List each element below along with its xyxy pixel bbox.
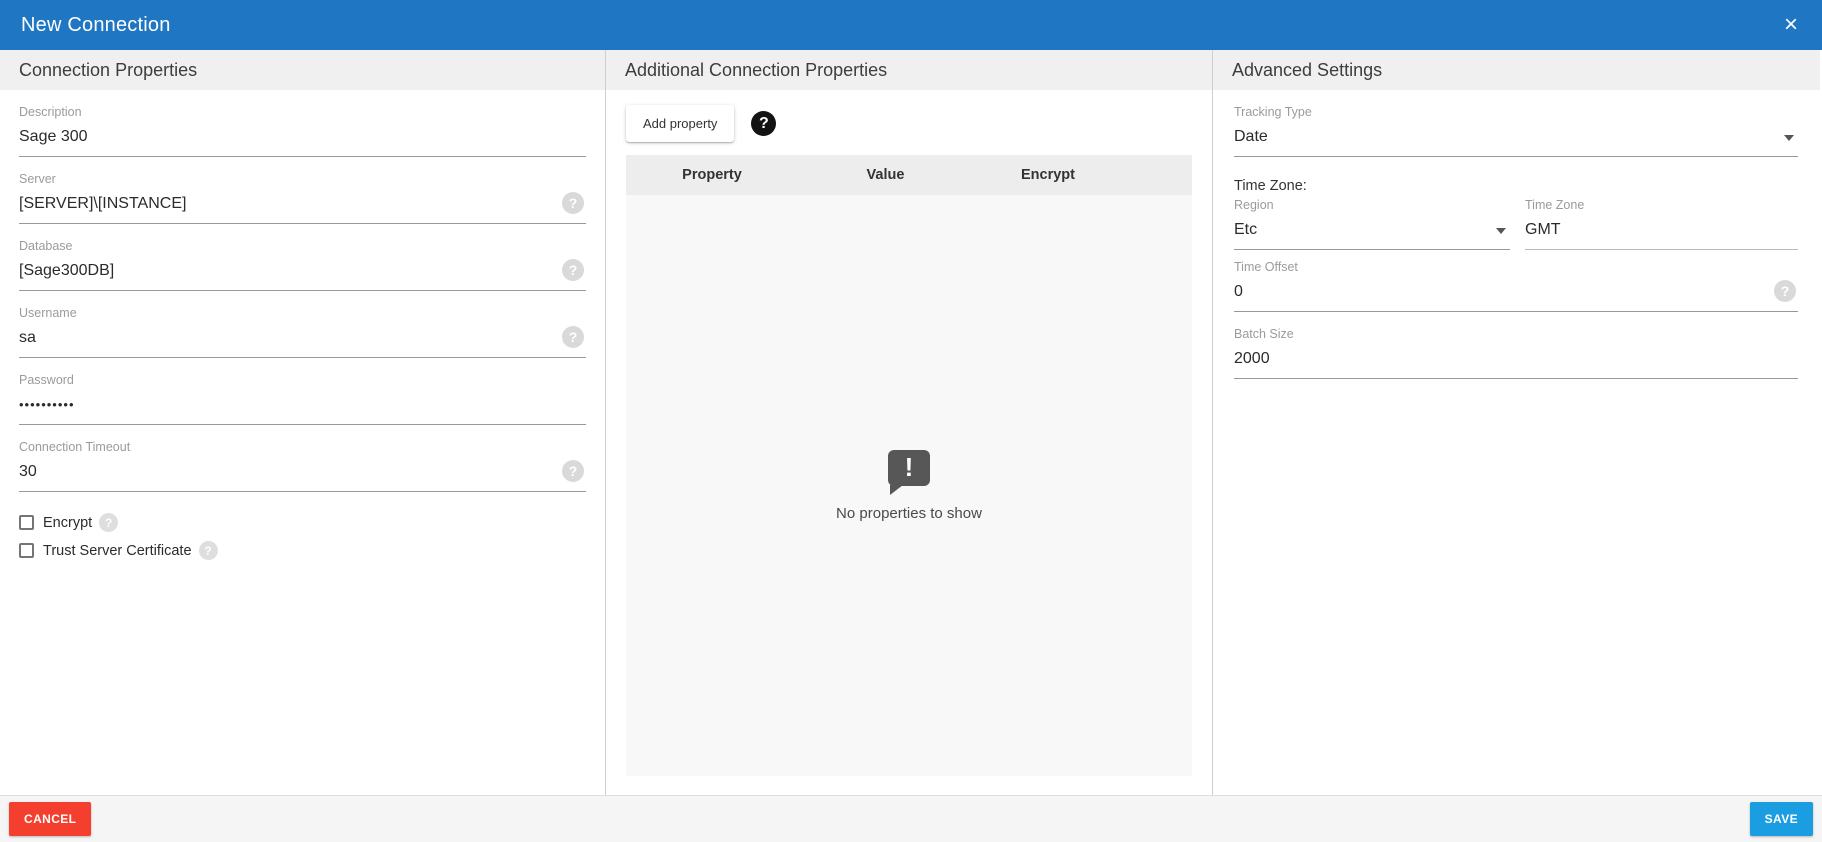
region-select[interactable]: Etc [1234, 213, 1510, 250]
server-help-icon[interactable]: ? [562, 192, 584, 214]
advanced-settings-header: Advanced Settings [1213, 50, 1820, 90]
save-button[interactable]: SAVE [1750, 802, 1813, 836]
trust-server-certificate-checkbox-row[interactable]: Trust Server Certificate ? [19, 541, 586, 560]
add-property-button[interactable]: Add property [626, 105, 734, 142]
trust-server-certificate-checkbox-label: Trust Server Certificate [43, 543, 192, 559]
connection-timeout-help-icon[interactable]: ? [562, 460, 584, 482]
connection-properties-header: Connection Properties [0, 50, 605, 90]
time-offset-label: Time Offset [1234, 260, 1798, 275]
description-field[interactable]: Description Sage 300 [19, 105, 586, 157]
connection-timeout-label: Connection Timeout [19, 440, 586, 455]
username-label: Username [19, 306, 586, 321]
description-input[interactable]: Sage 300 [19, 120, 586, 157]
password-input[interactable]: •••••••••• [19, 388, 586, 425]
connection-properties-panel: Connection Properties Description Sage 3… [0, 50, 606, 795]
encrypt-help-icon[interactable]: ? [99, 513, 118, 532]
time-offset-help-icon[interactable]: ? [1774, 280, 1796, 302]
empty-state-alert-icon: ! [888, 450, 930, 486]
server-input[interactable]: [SERVER]\[INSTANCE] [19, 187, 586, 224]
username-help-icon[interactable]: ? [562, 326, 584, 348]
timezone-field[interactable]: Time Zone GMT [1525, 198, 1798, 250]
timezone-label: Time Zone [1525, 198, 1798, 213]
property-column-header: Property [626, 167, 798, 183]
time-offset-input[interactable]: 0 [1234, 275, 1798, 312]
tracking-type-select[interactable]: Date [1234, 120, 1798, 157]
encrypt-checkbox-label: Encrypt [43, 515, 92, 531]
dialog-titlebar: New Connection × [0, 0, 1822, 50]
encrypt-checkbox[interactable] [19, 515, 34, 530]
timezone-input[interactable]: GMT [1525, 213, 1798, 250]
trust-server-certificate-checkbox[interactable] [19, 543, 34, 558]
add-property-help-icon[interactable]: ? [751, 111, 776, 136]
advanced-settings-panel: Advanced Settings Tracking Type Date Tim… [1213, 50, 1820, 795]
dialog-footer: CANCEL SAVE [0, 795, 1822, 842]
additional-properties-panel: Additional Connection Properties Add pro… [606, 50, 1213, 795]
database-help-icon[interactable]: ? [562, 259, 584, 281]
trust-server-certificate-help-icon[interactable]: ? [199, 541, 218, 560]
timezone-group-label: Time Zone: [1234, 178, 1798, 194]
server-label: Server [19, 172, 586, 187]
batch-size-input[interactable]: 2000 [1234, 342, 1798, 379]
batch-size-label: Batch Size [1234, 327, 1798, 342]
password-label: Password [19, 373, 586, 388]
tracking-type-field[interactable]: Tracking Type Date [1234, 105, 1798, 157]
dialog-title: New Connection [21, 14, 171, 37]
username-field[interactable]: Username sa ? [19, 306, 586, 358]
value-column-header: Value [798, 167, 973, 183]
properties-table-header-row: Property Value Encrypt [626, 155, 1192, 195]
connection-timeout-input[interactable]: 30 [19, 455, 586, 492]
database-label: Database [19, 239, 586, 254]
properties-table: Property Value Encrypt ! No properties t… [626, 155, 1192, 776]
password-field[interactable]: Password •••••••••• [19, 373, 586, 425]
close-icon[interactable]: × [1784, 13, 1798, 37]
empty-state-text: No properties to show [836, 505, 982, 522]
region-label: Region [1234, 198, 1510, 213]
tracking-type-label: Tracking Type [1234, 105, 1798, 120]
encrypt-checkbox-row[interactable]: Encrypt ? [19, 513, 586, 532]
batch-size-field[interactable]: Batch Size 2000 [1234, 327, 1798, 379]
username-input[interactable]: sa [19, 321, 586, 358]
properties-table-empty-state: ! No properties to show [626, 195, 1192, 776]
time-offset-field[interactable]: Time Offset 0 ? [1234, 260, 1798, 312]
region-field[interactable]: Region Etc [1234, 198, 1510, 250]
cancel-button[interactable]: CANCEL [9, 802, 91, 836]
database-input[interactable]: [Sage300DB] [19, 254, 586, 291]
server-field[interactable]: Server [SERVER]\[INSTANCE] ? [19, 172, 586, 224]
encrypt-column-header: Encrypt [973, 167, 1123, 183]
tracking-type-dropdown-icon[interactable] [1784, 135, 1794, 141]
region-dropdown-icon[interactable] [1496, 228, 1506, 234]
description-label: Description [19, 105, 586, 120]
connection-timeout-field[interactable]: Connection Timeout 30 ? [19, 440, 586, 492]
additional-properties-header: Additional Connection Properties [606, 50, 1212, 90]
dialog-body: Connection Properties Description Sage 3… [0, 50, 1822, 795]
database-field[interactable]: Database [Sage300DB] ? [19, 239, 586, 291]
